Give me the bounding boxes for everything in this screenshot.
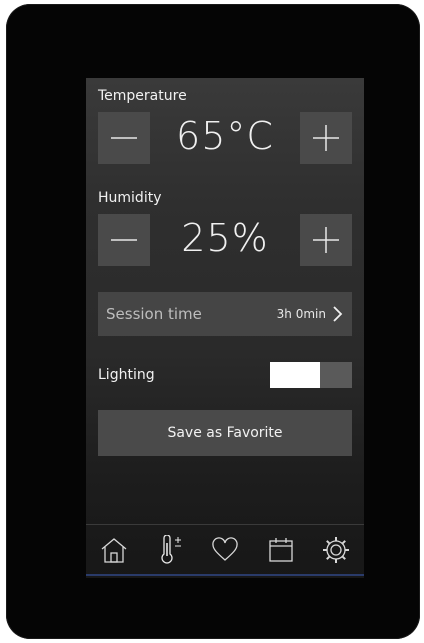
calendar-icon (268, 538, 293, 562)
toggle-knob (270, 362, 320, 388)
nav-temperature[interactable] (151, 532, 187, 568)
home-icon (101, 538, 127, 563)
plus-icon (313, 227, 339, 253)
session-time-label: Session time (106, 305, 202, 323)
minus-icon (111, 239, 137, 241)
nav-schedule[interactable] (263, 532, 299, 568)
temperature-decrease-button[interactable] (98, 112, 150, 164)
gear-icon (323, 537, 350, 563)
screen: Temperature 65°C Humidity 25% Session ti… (86, 78, 364, 578)
humidity-value: 25% (181, 216, 269, 260)
session-time-row[interactable]: Session time 3h 0min (98, 292, 352, 336)
bottom-nav (86, 524, 364, 575)
nav-settings[interactable] (318, 532, 354, 568)
save-favorite-button[interactable]: Save as Favorite (98, 410, 352, 456)
chevron-right-icon (333, 306, 343, 322)
session-time-value: 3h 0min (276, 307, 326, 321)
temperature-label: Temperature (98, 88, 187, 104)
nav-favorites[interactable] (207, 532, 243, 568)
humidity-label: Humidity (98, 190, 162, 206)
device-frame: Temperature 65°C Humidity 25% Session ti… (6, 4, 420, 639)
nav-underline (86, 574, 364, 576)
lighting-label: Lighting (98, 367, 155, 383)
plus-icon (313, 125, 339, 151)
nav-home[interactable] (96, 532, 132, 568)
temperature-increase-button[interactable] (300, 112, 352, 164)
humidity-decrease-button[interactable] (98, 214, 150, 266)
minus-icon (111, 137, 137, 139)
humidity-increase-button[interactable] (300, 214, 352, 266)
lighting-toggle[interactable] (270, 362, 352, 388)
heart-icon (212, 537, 238, 561)
temperature-value: 65°C (176, 114, 274, 158)
thermometer-icon (161, 535, 182, 564)
